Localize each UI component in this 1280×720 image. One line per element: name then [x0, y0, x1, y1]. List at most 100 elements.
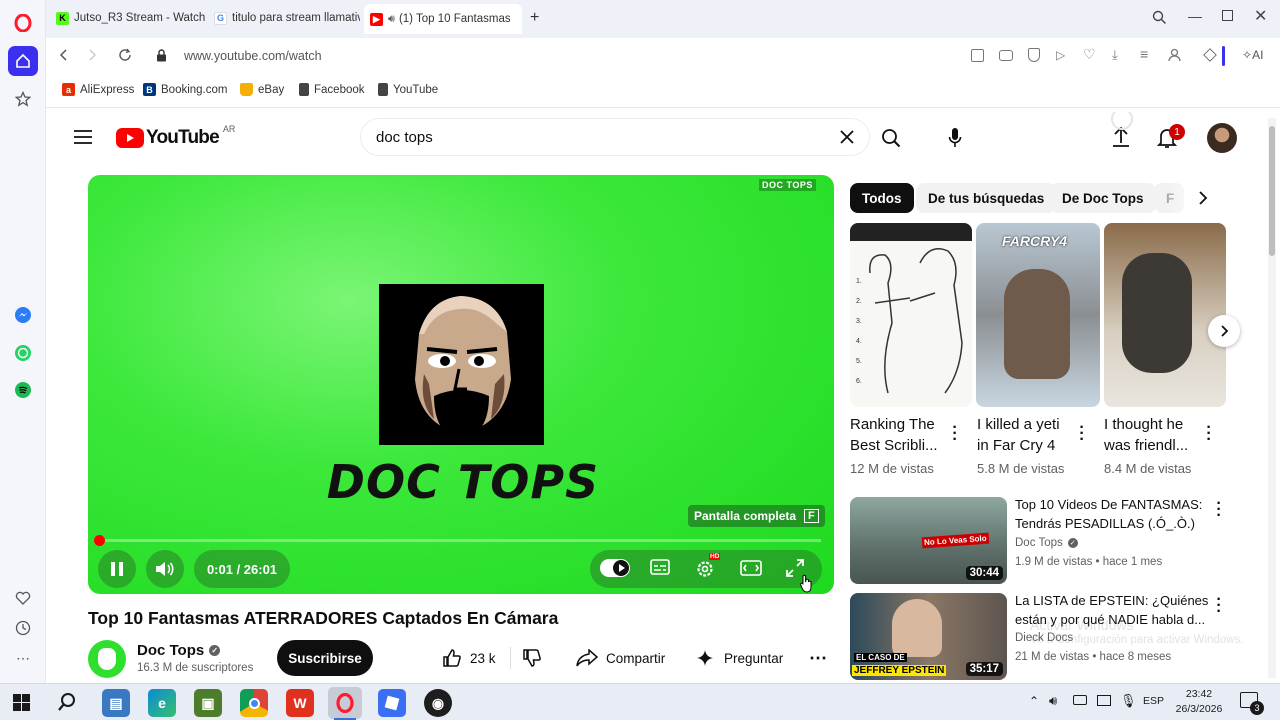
subscribe-button[interactable]: Suscribirse: [277, 640, 373, 676]
channel-avatar[interactable]: [88, 640, 126, 678]
rec-menu-1[interactable]: · · ·: [1216, 496, 1222, 524]
menu-lines-icon[interactable]: ≡: [1140, 46, 1148, 62]
tab-titulo[interactable]: G titulo para stream llamativ: [208, 4, 360, 32]
theater-mode-icon[interactable]: [740, 560, 762, 576]
short-thumb-farcry[interactable]: FARCRY4: [976, 223, 1100, 407]
shorts-next-button[interactable]: [1208, 315, 1240, 347]
windows-start-icon[interactable]: [13, 694, 30, 716]
play-icon[interactable]: ▷: [1056, 48, 1065, 62]
obs-icon[interactable]: ◉: [424, 689, 452, 717]
lock-icon[interactable]: [156, 49, 167, 67]
short-thumb-dog[interactable]: [1104, 223, 1226, 407]
file-explorer-icon[interactable]: ▤: [102, 689, 130, 717]
language-indicator[interactable]: ESP: [1143, 695, 1164, 707]
search-box[interactable]: doc tops: [360, 118, 870, 156]
sidebar-toggle[interactable]: [1222, 46, 1225, 66]
messenger-icon[interactable]: [8, 300, 38, 330]
chip-todos[interactable]: Todos: [850, 183, 914, 213]
volume-tray-icon[interactable]: 🔊︎: [1049, 693, 1057, 709]
ask-button[interactable]: Preguntar: [690, 640, 789, 676]
hamburger-menu-icon[interactable]: [74, 130, 92, 149]
autoplay-toggle[interactable]: [600, 559, 630, 577]
short-title-3[interactable]: I thought he was friendl...: [1104, 414, 1188, 456]
bookmark-youtube[interactable]: YouTube: [378, 83, 438, 96]
new-tab-button[interactable]: +: [530, 9, 539, 27]
video-player[interactable]: DOC TOPS DOC TOPS Pantalla completa F 0:…: [88, 175, 834, 594]
short-title-2[interactable]: I killed a yeti in Far Cry 4: [977, 414, 1060, 456]
edit-icon[interactable]: [971, 49, 984, 62]
home-icon[interactable]: [8, 46, 38, 76]
more-icon[interactable]: ⋯: [8, 643, 38, 673]
bookmark-ebay[interactable]: eBay: [240, 83, 284, 96]
battery-icon[interactable]: [1073, 695, 1087, 705]
history-icon[interactable]: [8, 613, 38, 643]
rec-thumb-1[interactable]: No Lo Veas Solo 30:44: [850, 497, 1007, 584]
search-input[interactable]: doc tops: [376, 129, 433, 146]
opera-taskbar-icon[interactable]: [328, 687, 362, 719]
wps-office-icon[interactable]: W: [286, 689, 314, 717]
channel-watermark[interactable]: DOC TOPS: [759, 179, 816, 191]
chip-tus-busquedas[interactable]: De tus búsquedas: [916, 183, 1057, 213]
short-menu-3[interactable]: · · ·: [1206, 420, 1212, 448]
short-menu-1[interactable]: · · ·: [952, 420, 958, 448]
short-thumb-scribble[interactable]: 1. 2. 3. 4. 5. 6.: [850, 223, 972, 407]
search-tabs-icon[interactable]: [1152, 10, 1167, 30]
forward-icon[interactable]: [86, 48, 98, 67]
mic-tray-icon[interactable]: 🎙︎: [1120, 693, 1137, 709]
bookmark-aliexpress[interactable]: a AliExpress: [62, 83, 134, 96]
progress-bar[interactable]: [100, 539, 821, 542]
profile-icon[interactable]: [1168, 48, 1181, 67]
rec-channel-1[interactable]: Doc Tops ✓: [1015, 537, 1078, 549]
chrome-icon[interactable]: [240, 689, 268, 717]
page-scrollbar[interactable]: [1268, 118, 1276, 678]
bookmark-facebook[interactable]: Facebook: [299, 83, 365, 96]
chip-doc-tops[interactable]: De Doc Tops: [1050, 183, 1156, 213]
download-icon[interactable]: ⤓: [1112, 47, 1118, 63]
edge-icon[interactable]: e: [148, 689, 176, 717]
tray-expand-icon[interactable]: ⌃: [1029, 694, 1039, 708]
avatar[interactable]: [1207, 123, 1237, 153]
speaker-icon[interactable]: 🔊︎: [388, 13, 395, 26]
tab-jutso[interactable]: K Jutso_R3 Stream - Watch L: [50, 4, 206, 32]
star-icon[interactable]: [8, 84, 38, 114]
minimize-button[interactable]: —: [1188, 8, 1202, 24]
chips-next-icon[interactable]: [1198, 190, 1208, 211]
progress-scrubber[interactable]: [94, 535, 105, 546]
settings-gear-icon[interactable]: [694, 557, 716, 579]
search-icon[interactable]: [881, 128, 901, 153]
heart-icon[interactable]: [8, 583, 38, 613]
url-field[interactable]: www.youtube.com/watch: [184, 49, 322, 63]
rec-title-1[interactable]: Top 10 Videos De FANTASMAS: Tendrás PESAD…: [1015, 495, 1202, 533]
roblox-icon[interactable]: [378, 689, 406, 717]
ai-button[interactable]: ✧AI: [1242, 48, 1263, 62]
taskbar-search-icon[interactable]: [57, 692, 77, 717]
back-icon[interactable]: [58, 48, 70, 67]
share-button[interactable]: Compartir: [570, 640, 671, 676]
youtube-logo[interactable]: YouTube AR: [116, 124, 235, 149]
short-menu-2[interactable]: · · ·: [1079, 420, 1085, 448]
dislike-button[interactable]: [518, 640, 546, 676]
clear-search-icon[interactable]: [839, 129, 855, 150]
rec-menu-2[interactable]: · · ·: [1216, 592, 1222, 620]
volume-button[interactable]: [146, 550, 184, 588]
scrollbar-thumb[interactable]: [1269, 126, 1275, 256]
whatsapp-icon[interactable]: [8, 338, 38, 368]
pause-button[interactable]: [98, 550, 136, 588]
more-actions-button[interactable]: ⋯: [806, 640, 830, 676]
camera-icon[interactable]: [999, 50, 1013, 61]
rec-thumb-2[interactable]: EL CASO DE JEFFREY EPSTEIN 35:17: [850, 593, 1007, 680]
opera-logo-icon[interactable]: [8, 8, 38, 38]
extensions-icon[interactable]: [1203, 48, 1217, 62]
microphone-icon[interactable]: [948, 127, 962, 154]
favorites-heart-icon[interactable]: ♡: [1083, 46, 1096, 63]
close-window-button[interactable]: ✕: [1254, 6, 1267, 26]
short-title-1[interactable]: Ranking The Best Scribli...: [850, 414, 938, 456]
subtitles-icon[interactable]: [650, 559, 670, 575]
bookmark-booking[interactable]: B Booking.com: [143, 83, 227, 96]
upload-icon[interactable]: [1112, 126, 1130, 153]
network-icon[interactable]: [1097, 695, 1111, 706]
maximize-button[interactable]: [1222, 10, 1233, 21]
reload-icon[interactable]: [118, 48, 132, 67]
tab-youtube[interactable]: ▶ 🔊︎ (1) Top 10 Fantasmas: [364, 4, 522, 34]
channel-name[interactable]: Doc Tops ✓: [137, 642, 221, 659]
